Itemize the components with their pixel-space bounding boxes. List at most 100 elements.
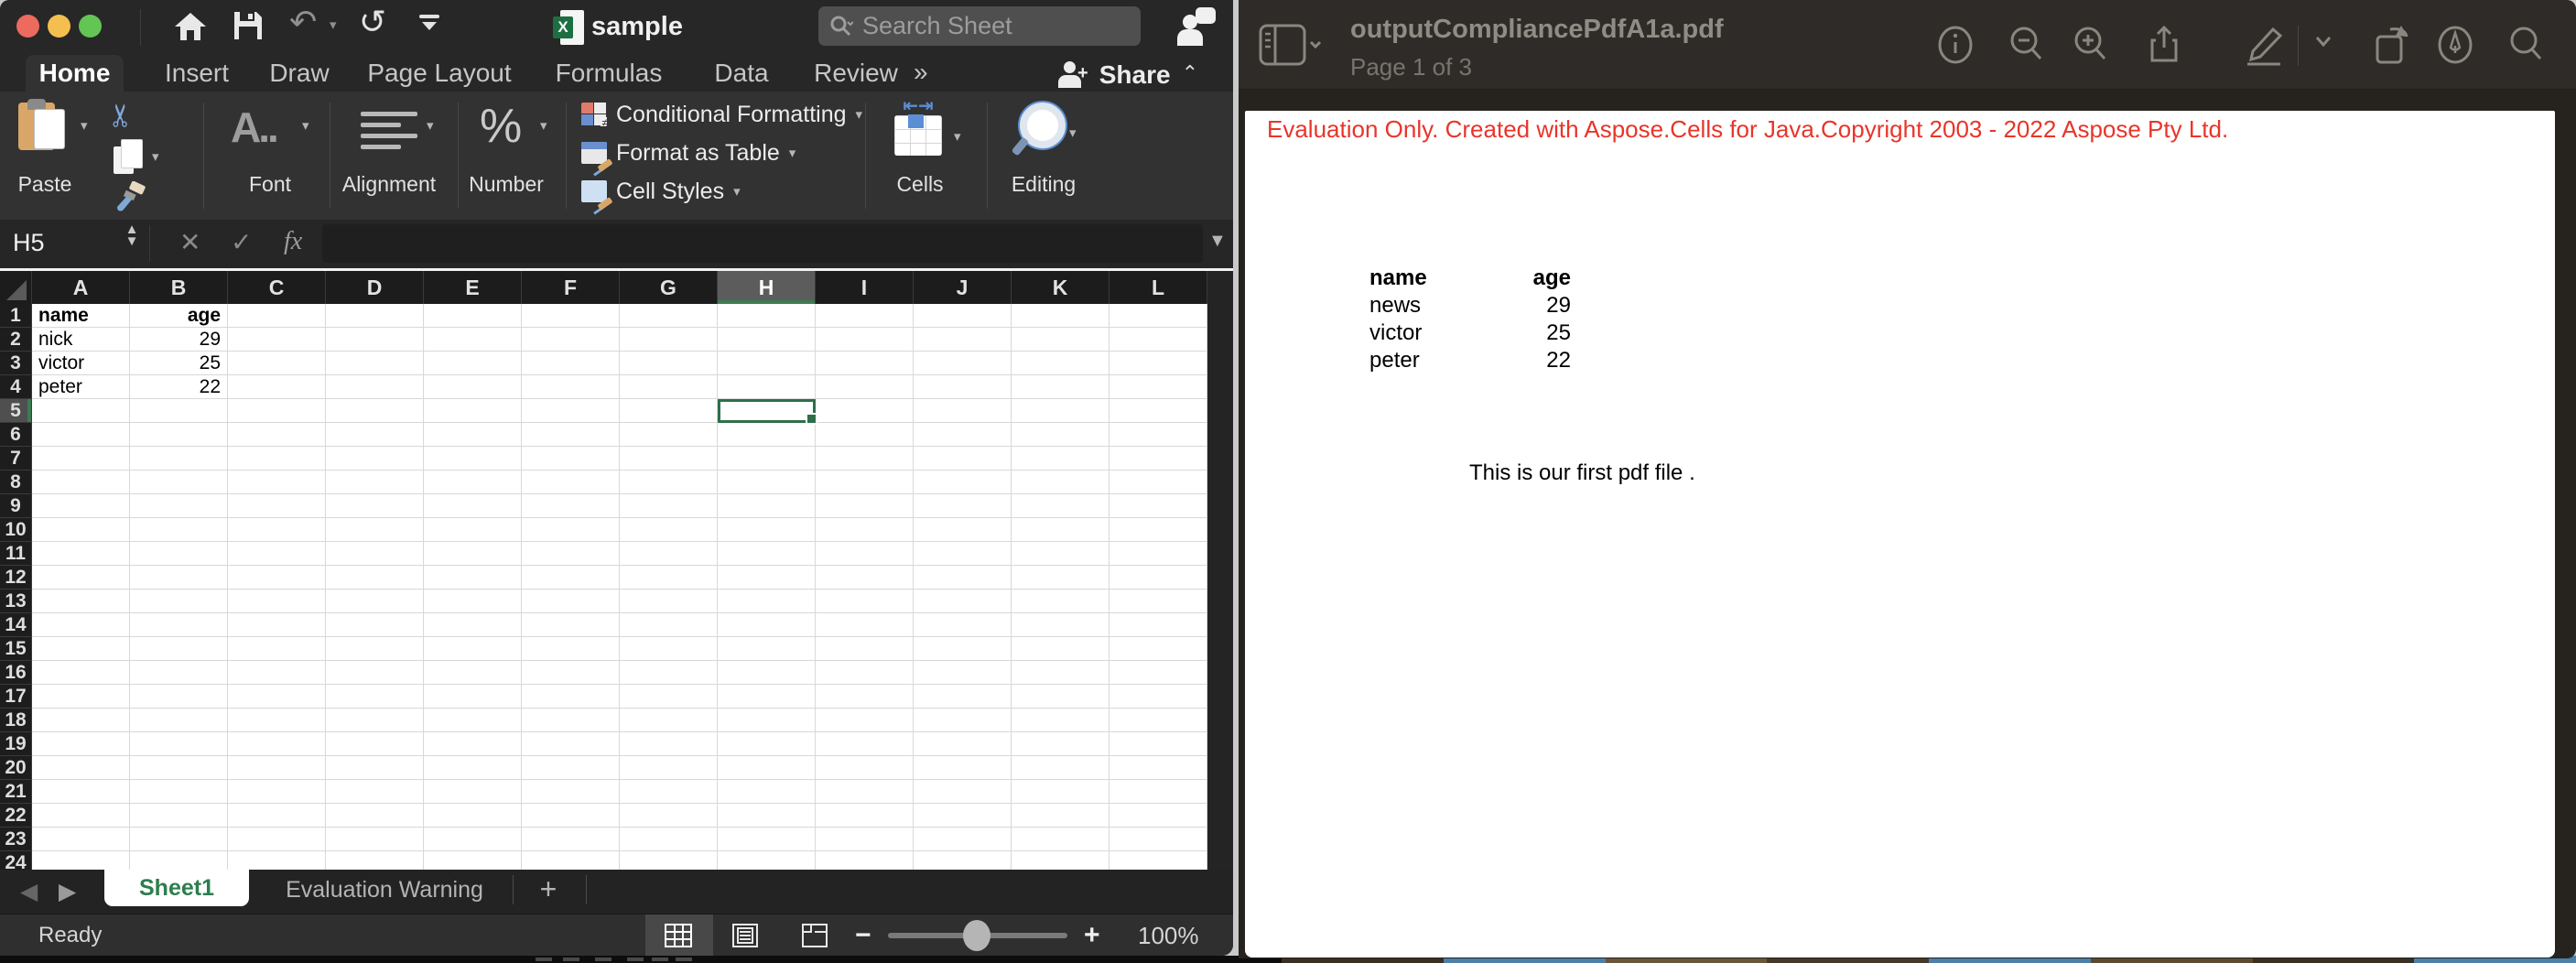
cell-I21[interactable] — [816, 780, 914, 804]
cell-H24[interactable] — [718, 851, 816, 870]
paste-dropdown-icon[interactable]: ▾ — [81, 117, 88, 134]
format-painter-icon[interactable] — [112, 181, 148, 219]
cell-A1[interactable]: name — [32, 304, 130, 328]
cell-J8[interactable] — [914, 471, 1012, 494]
ribbon-tab-insert[interactable]: Insert — [146, 55, 247, 92]
cell-C3[interactable] — [228, 352, 326, 375]
row-header-13[interactable]: 13 — [0, 590, 32, 613]
cell-L18[interactable] — [1109, 709, 1207, 732]
cell-A9[interactable] — [32, 494, 130, 518]
cell-E10[interactable] — [424, 518, 522, 542]
cell-L19[interactable] — [1109, 732, 1207, 756]
cell-I23[interactable] — [816, 828, 914, 851]
selected-cell-H5[interactable] — [718, 399, 816, 423]
cell-A4[interactable]: peter — [32, 375, 130, 399]
cell-L9[interactable] — [1109, 494, 1207, 518]
cell-L6[interactable] — [1109, 423, 1207, 447]
share-button[interactable]: + Share ⌃ — [1057, 57, 1198, 93]
cell-A6[interactable] — [32, 423, 130, 447]
zoom-in-button[interactable]: + — [1084, 920, 1100, 951]
row-header-16[interactable]: 16 — [0, 661, 32, 685]
cell-B12[interactable] — [130, 566, 228, 590]
cell-B18[interactable] — [130, 709, 228, 732]
cell-G16[interactable] — [620, 661, 718, 685]
cell-A17[interactable] — [32, 685, 130, 709]
column-header-J[interactable]: J — [914, 271, 1012, 304]
paste-button[interactable] — [18, 99, 70, 156]
cell-G3[interactable] — [620, 352, 718, 375]
row-header-7[interactable]: 7 — [0, 447, 32, 471]
pdf-page[interactable]: Evaluation Only. Created with Aspose.Cel… — [1245, 111, 2555, 958]
row-header-2[interactable]: 2 — [0, 328, 32, 352]
cell-H21[interactable] — [718, 780, 816, 804]
cell-D18[interactable] — [326, 709, 424, 732]
more-tabs-button[interactable]: » — [914, 55, 928, 92]
cell-C14[interactable] — [228, 613, 326, 637]
cell-D24[interactable] — [326, 851, 424, 870]
cell-F20[interactable] — [522, 756, 620, 780]
cell-L11[interactable] — [1109, 542, 1207, 566]
cell-A7[interactable] — [32, 447, 130, 471]
cell-J17[interactable] — [914, 685, 1012, 709]
cell-H23[interactable] — [718, 828, 816, 851]
cell-L7[interactable] — [1109, 447, 1207, 471]
cell-K23[interactable] — [1012, 828, 1109, 851]
cell-F2[interactable] — [522, 328, 620, 352]
cell-G6[interactable] — [620, 423, 718, 447]
cell-J6[interactable] — [914, 423, 1012, 447]
cell-D6[interactable] — [326, 423, 424, 447]
row-header-24[interactable]: 24 — [0, 851, 32, 870]
cell-K8[interactable] — [1012, 471, 1109, 494]
cell-L8[interactable] — [1109, 471, 1207, 494]
cell-K2[interactable] — [1012, 328, 1109, 352]
cell-D16[interactable] — [326, 661, 424, 685]
font-dropdown-icon[interactable]: ▾ — [302, 117, 309, 134]
column-header-D[interactable]: D — [326, 271, 424, 304]
cell-L24[interactable] — [1109, 851, 1207, 870]
cell-I18[interactable] — [816, 709, 914, 732]
cell-B22[interactable] — [130, 804, 228, 828]
cancel-icon[interactable]: ✕ — [179, 227, 200, 257]
cell-F4[interactable] — [522, 375, 620, 399]
cell-B4[interactable]: 22 — [130, 375, 228, 399]
cell-H16[interactable] — [718, 661, 816, 685]
prev-sheet-icon[interactable]: ◀ — [20, 878, 38, 905]
column-header-A[interactable]: A — [32, 271, 130, 304]
cell-F1[interactable] — [522, 304, 620, 328]
cell-J2[interactable] — [914, 328, 1012, 352]
cell-F19[interactable] — [522, 732, 620, 756]
cell-A3[interactable]: victor — [32, 352, 130, 375]
cell-E2[interactable] — [424, 328, 522, 352]
cell-I11[interactable] — [816, 542, 914, 566]
cell-I6[interactable] — [816, 423, 914, 447]
cell-D14[interactable] — [326, 613, 424, 637]
cell-E24[interactable] — [424, 851, 522, 870]
cell-C21[interactable] — [228, 780, 326, 804]
cell-F7[interactable] — [522, 447, 620, 471]
share-icon[interactable] — [2143, 24, 2185, 66]
cell-E11[interactable] — [424, 542, 522, 566]
column-header-K[interactable]: K — [1012, 271, 1109, 304]
cell-L5[interactable] — [1109, 399, 1207, 423]
cell-K10[interactable] — [1012, 518, 1109, 542]
cell-B10[interactable] — [130, 518, 228, 542]
cell-A23[interactable] — [32, 828, 130, 851]
cell-J1[interactable] — [914, 304, 1012, 328]
cell-J5[interactable] — [914, 399, 1012, 423]
cell-J14[interactable] — [914, 613, 1012, 637]
cell-J10[interactable] — [914, 518, 1012, 542]
cell-B20[interactable] — [130, 756, 228, 780]
cell-L2[interactable] — [1109, 328, 1207, 352]
cut-icon[interactable]: ✂ — [103, 103, 139, 129]
sidebar-toggle-icon[interactable] — [1259, 22, 1301, 64]
cell-C19[interactable] — [228, 732, 326, 756]
ribbon-tab-formulas[interactable]: Formulas — [549, 55, 668, 92]
cell-G24[interactable] — [620, 851, 718, 870]
cell-C1[interactable] — [228, 304, 326, 328]
cell-F10[interactable] — [522, 518, 620, 542]
cell-B1[interactable]: age — [130, 304, 228, 328]
formula-input[interactable] — [322, 224, 1203, 263]
cell-A8[interactable] — [32, 471, 130, 494]
cell-C20[interactable] — [228, 756, 326, 780]
cell-F21[interactable] — [522, 780, 620, 804]
